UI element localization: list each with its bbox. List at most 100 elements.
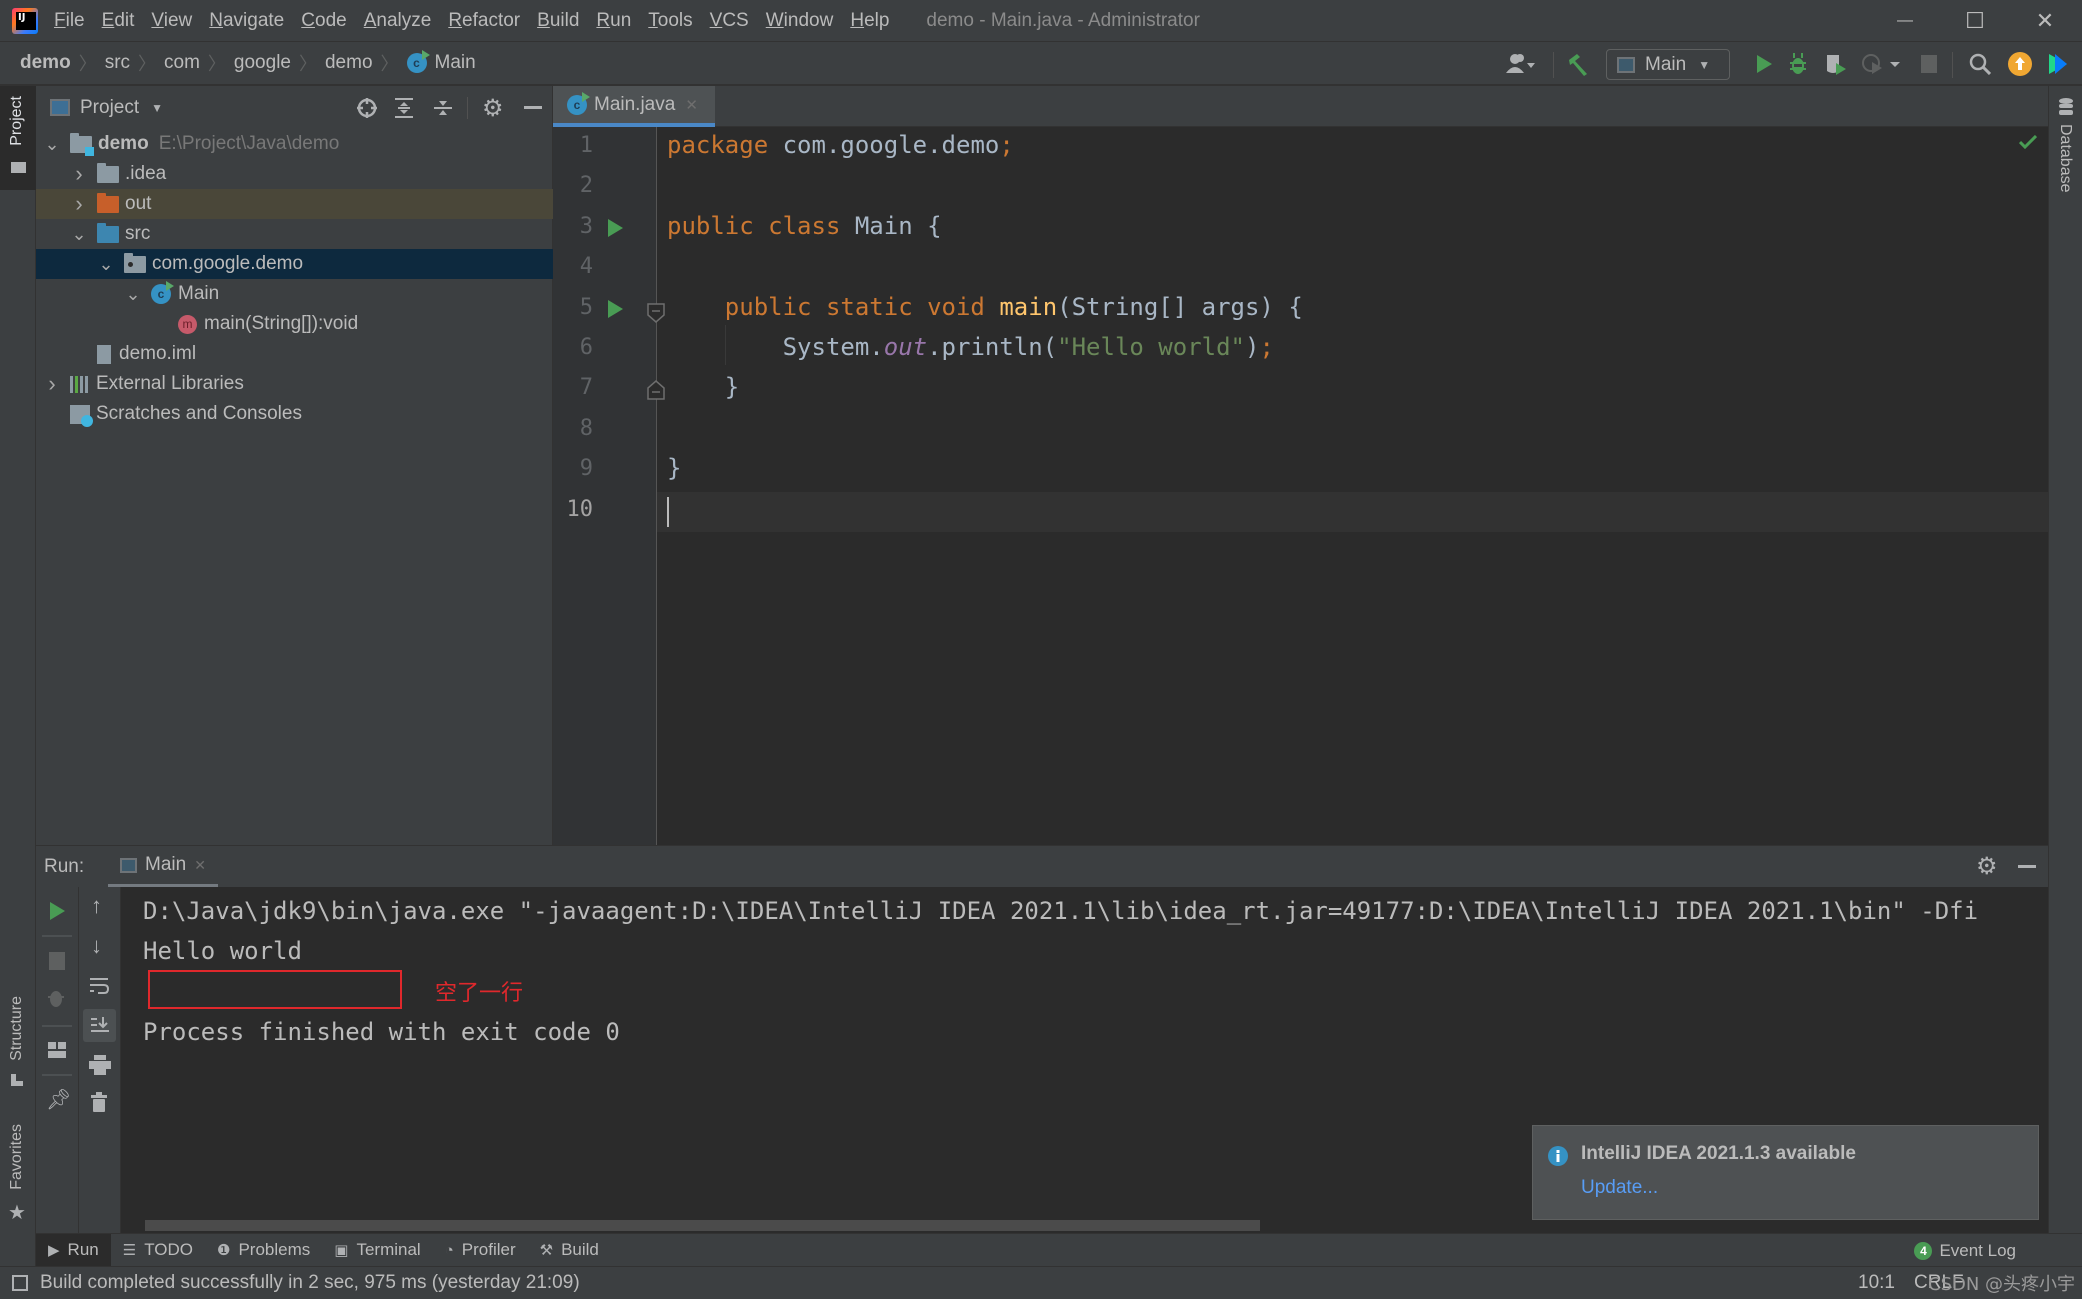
caret-position[interactable]: 10:1 [1858, 1272, 1895, 1294]
print-button[interactable] [89, 1055, 111, 1081]
tool-tab-problems[interactable]: ❶ Problems [205, 1234, 322, 1267]
no-problems-check-icon[interactable] [2019, 135, 2037, 149]
collapse-all-button[interactable] [433, 97, 453, 125]
pin-tab-button[interactable]: 📌︎ [46, 1087, 71, 1112]
tool-tab-profiler[interactable]: ◔ Profiler [433, 1234, 528, 1267]
soft-wrap-button[interactable] [89, 977, 110, 1001]
fold-open-icon[interactable] [646, 302, 666, 324]
close-tab-icon[interactable]: ✕ [194, 857, 206, 874]
console-line-command: D:\Java\jdk9\bin\java.exe "-javaagent:D:… [143, 897, 1979, 925]
chevron-down-icon[interactable]: ⌄ [71, 225, 87, 243]
structure-tool-button[interactable]: Structure [0, 986, 36, 1096]
chevron-down-icon[interactable]: ⌄ [98, 255, 114, 273]
coverage-button[interactable] [1820, 42, 1852, 86]
settings-button[interactable]: ⚙ [482, 94, 504, 123]
chevron-down-icon[interactable]: ⌄ [125, 285, 141, 303]
locate-file-button[interactable] [356, 97, 378, 125]
hide-run-panel-button[interactable] [2018, 865, 2036, 868]
run-button[interactable] [1748, 42, 1780, 86]
menu-refactor[interactable]: Refactor [448, 10, 520, 32]
search-everywhere-button[interactable] [1962, 42, 1998, 86]
tree-item[interactable]: › out [36, 189, 553, 219]
toggle-tool-windows-button[interactable] [12, 1275, 28, 1291]
profile-button[interactable] [1858, 42, 1906, 86]
favorites-tool-button[interactable]: Favorites ★ [0, 1116, 36, 1226]
account-button[interactable] [1496, 42, 1546, 86]
project-view-dropdown[interactable]: Project [80, 97, 139, 119]
status-message[interactable]: Build completed successfully in 2 sec, 9… [40, 1272, 580, 1294]
rerun-button[interactable] [48, 901, 66, 927]
maximize-button[interactable]: ☐ [1940, 0, 2010, 42]
chevron-right-icon[interactable]: › [71, 161, 87, 187]
breadcrumb-com[interactable]: com [164, 52, 200, 74]
chevron-down-icon[interactable]: ⌄ [44, 135, 60, 153]
menu-tools[interactable]: Tools [648, 10, 692, 32]
tool-tab-run[interactable]: ▶ Run [36, 1233, 111, 1267]
tree-item[interactable]: ⌄ demo E:\Project\Java\demo [36, 129, 553, 159]
hide-panel-button[interactable] [524, 106, 542, 109]
debug-icon [1790, 53, 1806, 74]
breadcrumb-demo-package[interactable]: demo [325, 52, 373, 74]
menu-analyze[interactable]: Analyze [364, 10, 432, 32]
rerun-failed-button[interactable] [46, 987, 68, 1015]
breadcrumb-src[interactable]: src [105, 52, 130, 74]
expand-all-button[interactable] [394, 97, 414, 125]
chevron-down-icon[interactable]: ▼ [151, 101, 163, 115]
tree-item[interactable]: demo.iml [36, 339, 553, 369]
tree-item[interactable]: Scratches and Consoles [36, 399, 553, 429]
event-log-button[interactable]: 4 Event Log [1914, 1234, 2016, 1267]
build-button[interactable] [1560, 42, 1596, 86]
tree-item[interactable]: › External Libraries [36, 369, 553, 399]
tree-item-label: demo.iml [119, 343, 197, 364]
tool-tab-build[interactable]: ⚒ Build [528, 1234, 611, 1267]
menu-edit[interactable]: Edit [102, 10, 135, 32]
tool-tab-todo[interactable]: ☰ TODO [111, 1234, 205, 1267]
menu-window[interactable]: Window [766, 10, 834, 32]
database-tool-button[interactable]: Database [2049, 86, 2082, 206]
update-link[interactable]: Update... [1581, 1177, 1658, 1199]
menu-navigate[interactable]: Navigate [209, 10, 284, 32]
close-button[interactable]: ✕ [2010, 0, 2080, 42]
layout-button[interactable] [48, 1042, 66, 1064]
stop-button[interactable] [49, 952, 65, 976]
stop-button[interactable] [1914, 42, 1944, 86]
code-editor[interactable]: 1 2 3 4 5 6 7 8 9 10 package com.google.demo; pub… [553, 127, 2048, 845]
menu-help[interactable]: Help [850, 10, 889, 32]
tool-tab-terminal[interactable]: ▣ Terminal [322, 1234, 432, 1267]
editor-tab-main-java[interactable]: c Main.java ✕ [553, 86, 715, 127]
run-settings-button[interactable]: ⚙ [1976, 852, 1998, 881]
breadcrumb-demo[interactable]: demo [20, 52, 71, 74]
debug-button[interactable] [1782, 42, 1814, 86]
ide-update-button[interactable] [2002, 42, 2038, 86]
menu-run[interactable]: Run [596, 10, 631, 32]
menu-build[interactable]: Build [537, 10, 579, 32]
menu-vcs[interactable]: VCS [710, 10, 749, 32]
close-tab-icon[interactable]: ✕ [685, 96, 698, 114]
scroll-down-button[interactable]: ↓ [91, 933, 102, 959]
run-main-gutter-icon[interactable] [608, 300, 623, 318]
breadcrumb-main[interactable]: Main [435, 52, 476, 74]
tree-item[interactable]: › .idea [36, 159, 553, 189]
run-class-gutter-icon[interactable] [608, 219, 623, 237]
scroll-up-button[interactable]: ↑ [91, 893, 102, 919]
tree-item[interactable]: ⌄ src [36, 219, 553, 249]
run-tab-main[interactable]: Main ✕ [108, 846, 218, 888]
intellij-logo-icon[interactable] [12, 7, 38, 34]
tree-item[interactable]: ⌄ com.google.demo [36, 249, 553, 279]
tree-item[interactable]: m main(String[]):void [36, 309, 553, 339]
menu-view[interactable]: View [151, 10, 192, 32]
project-tool-button[interactable]: Project [0, 86, 36, 190]
scroll-to-end-button[interactable] [83, 1009, 116, 1042]
menu-file[interactable]: File [54, 10, 85, 32]
fold-close-icon[interactable] [646, 379, 666, 401]
menu-code[interactable]: Code [301, 10, 346, 32]
horizontal-scrollbar[interactable] [145, 1220, 1260, 1231]
tree-item[interactable]: ⌄ c Main [36, 279, 553, 309]
chevron-right-icon[interactable]: › [44, 371, 60, 397]
breadcrumb-google[interactable]: google [234, 52, 291, 74]
run-configuration-dropdown[interactable]: Main ▼ [1606, 49, 1730, 80]
chevron-right-icon[interactable]: › [71, 191, 87, 217]
minimize-button[interactable]: — [1870, 0, 1940, 42]
clear-all-button[interactable] [91, 1092, 107, 1118]
toolbox-button[interactable] [2040, 42, 2076, 86]
